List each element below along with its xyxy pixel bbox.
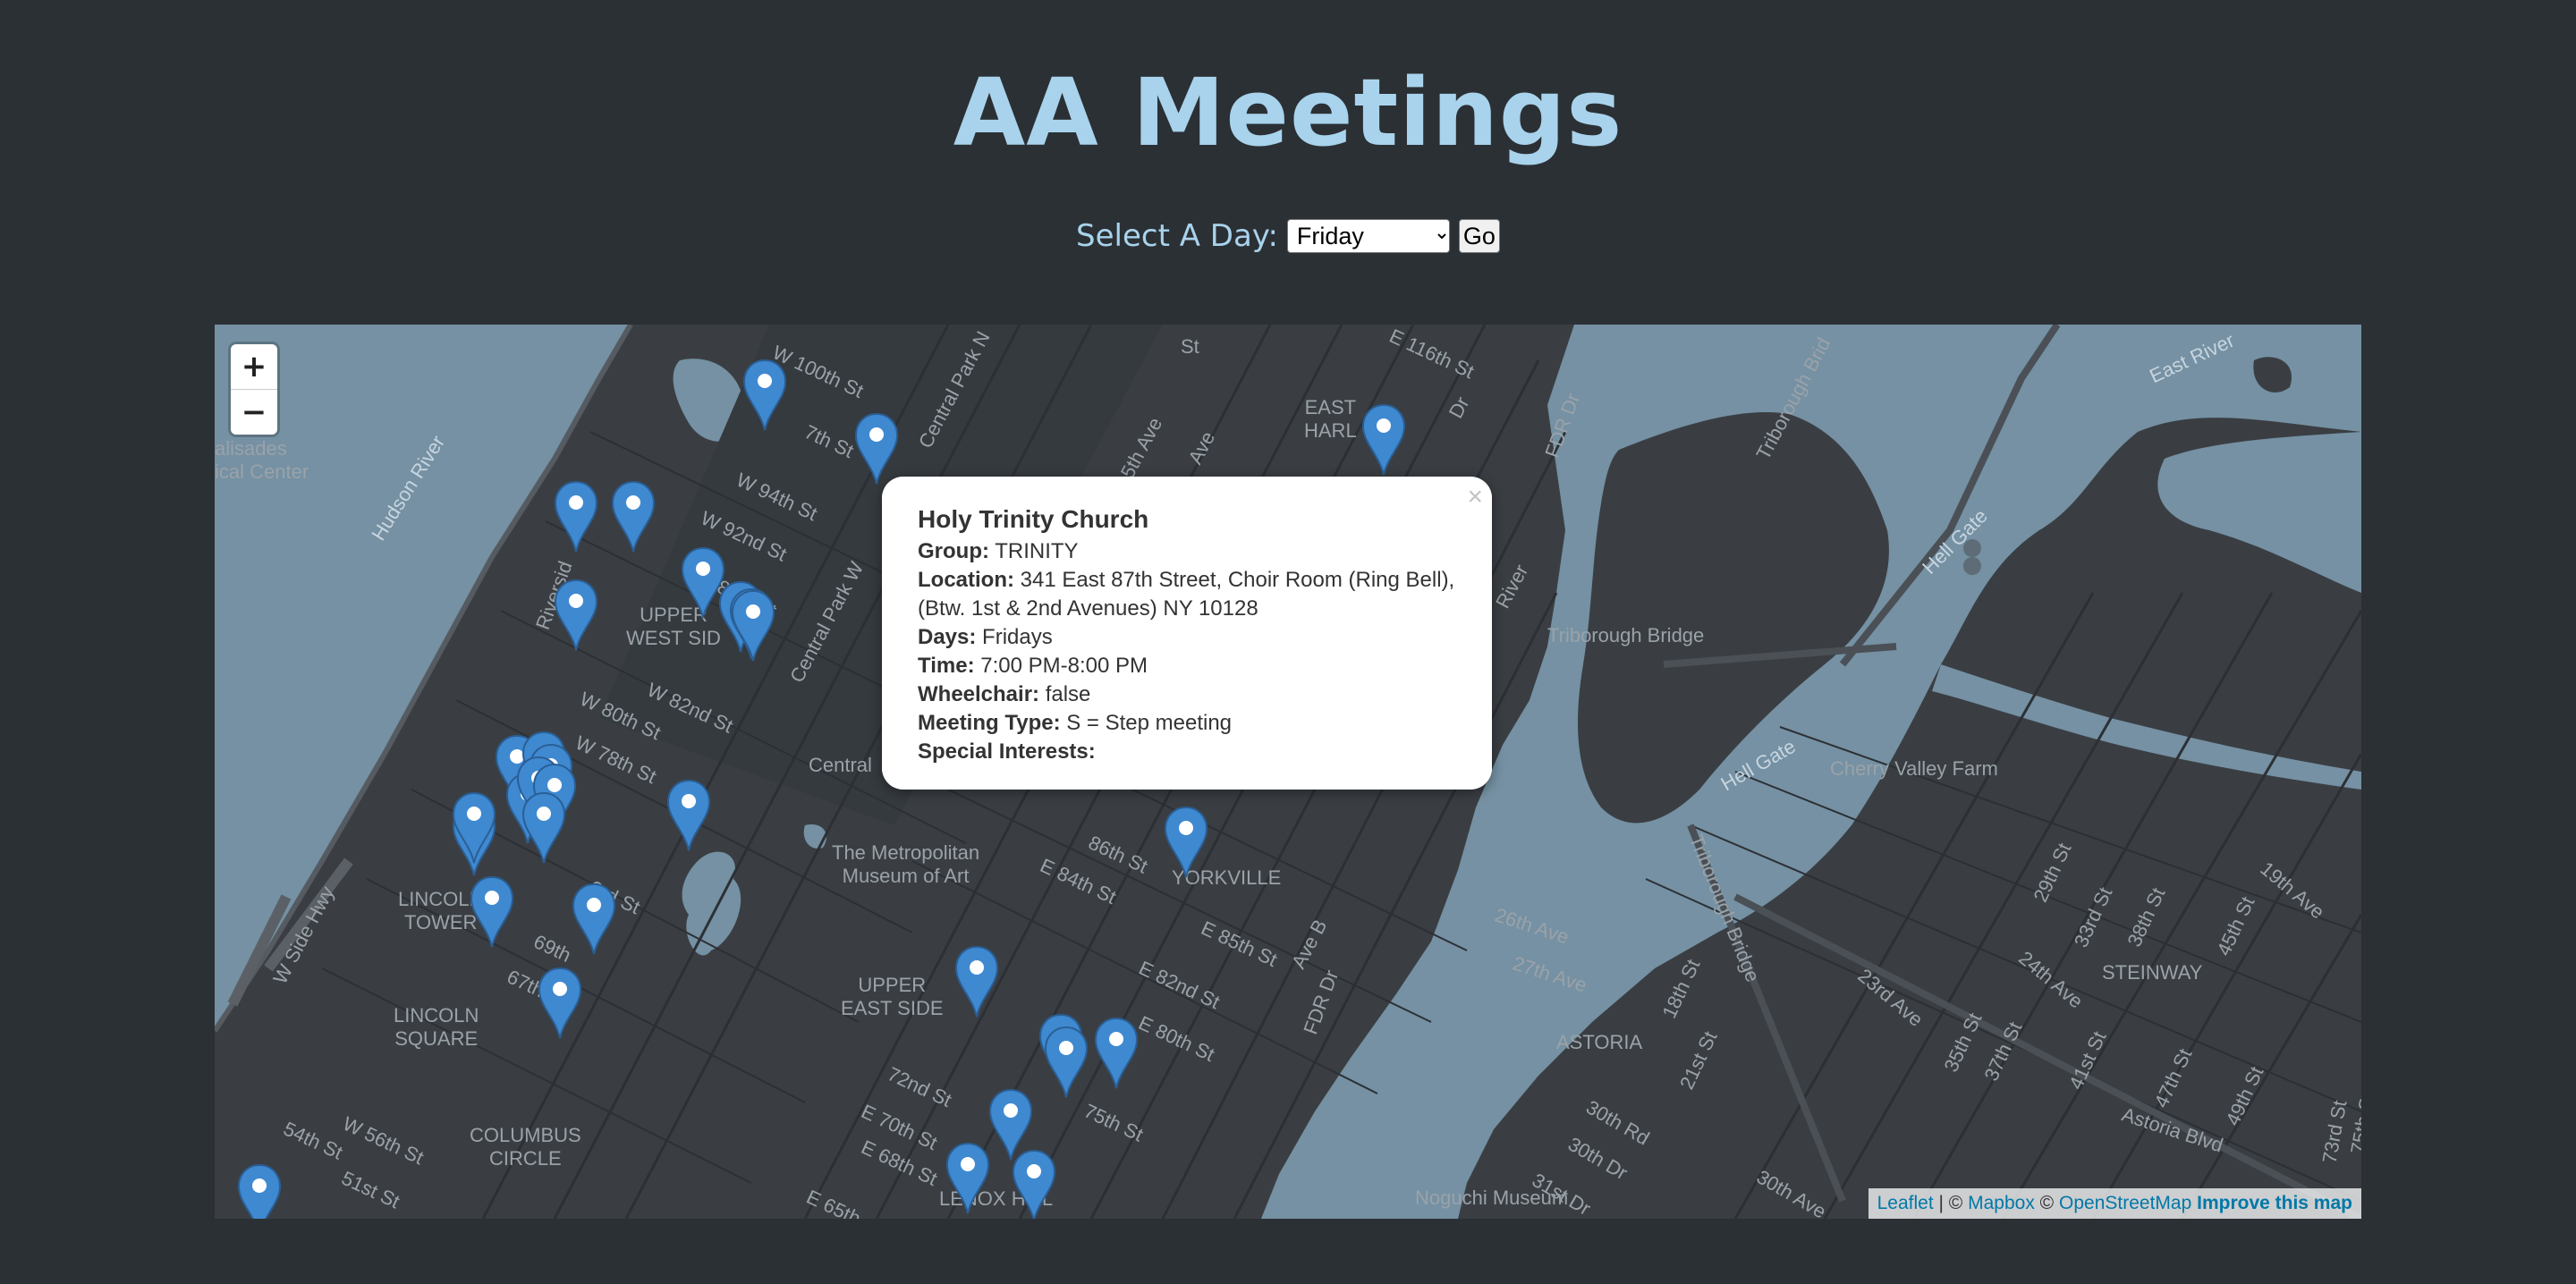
meeting-popup: × Holy Trinity Church Group: TRINITY Loc… [882,477,1492,815]
meeting-marker[interactable] [572,883,616,956]
popup-group-row: Group: TRINITY [918,537,1456,566]
meeting-marker[interactable] [538,967,582,1040]
label-steinway: STEINWAY [2102,961,2203,984]
meeting-marker[interactable] [521,791,566,865]
zoom-out-button[interactable]: − [231,389,277,435]
label-triborough-bridge: Triborough Bridge [1547,624,1705,646]
meeting-marker[interactable] [854,412,899,486]
label-palisades: alisades ical Center [215,437,309,483]
meeting-marker[interactable] [742,359,787,432]
popup-title: Holy Trinity Church [918,505,1149,533]
meeting-marker[interactable] [1044,1026,1089,1099]
popup-meeting-type-row: Meeting Type: S = Step meeting [918,709,1456,738]
zoom-control: + − [231,344,277,435]
meeting-marker[interactable] [237,1163,282,1219]
meeting-marker[interactable] [1012,1149,1056,1219]
day-select-label: Select A Day: [1076,218,1278,254]
attribution-sep-1: | © [1933,1193,1969,1213]
label-central: Central [809,754,872,776]
special-interests-label: Special Interests: [918,739,1096,764]
popup-close-button[interactable]: × [1467,482,1483,512]
attribution-sep-2: © [2034,1193,2059,1213]
label-st-top: St [1181,335,1199,358]
meeting-marker[interactable] [1361,403,1406,477]
meeting-marker[interactable] [666,779,711,852]
label-met-museum: The Metropolitan Museum of Art [832,841,980,887]
meeting-marker[interactable] [452,791,496,865]
time-value: 7:00 PM-8:00 PM [980,654,1148,678]
meeting-type-value: S = Step meeting [1066,711,1233,735]
meeting-marker[interactable] [554,579,598,652]
label-cherry-valley-farm: Cherry Valley Farm [1830,757,1998,780]
page-title: AA Meetings [953,58,1623,167]
openstreetmap-link[interactable]: OpenStreetMap [2059,1193,2191,1213]
wheelchair-value: false [1045,682,1091,706]
days-label: Days: [918,625,977,649]
time-label: Time: [918,654,975,678]
group-label: Group: [918,539,989,563]
go-button[interactable]: Go [1458,219,1500,253]
zoom-in-button[interactable]: + [231,344,277,389]
meeting-marker[interactable] [554,480,598,553]
label-columbus-circle: COLUMBUS CIRCLE [470,1124,581,1170]
meeting-marker[interactable] [945,1142,990,1215]
leaflet-link[interactable]: Leaflet [1877,1193,1934,1213]
meeting-marker[interactable] [954,945,999,1018]
meeting-marker[interactable] [611,480,656,553]
label-east-harlem: EAST HARL [1304,396,1357,442]
improve-map-link[interactable]: Improve this map [2197,1193,2352,1213]
label-upper-east-side: UPPER EAST SIDE [841,974,944,1019]
meeting-type-label: Meeting Type: [918,711,1061,735]
mapbox-link[interactable]: Mapbox [1968,1193,2035,1213]
group-value: TRINITY [995,539,1079,563]
day-selector-bar: Select A Day: Friday Go [0,218,2576,254]
popup-location-row: Location: 341 East 87th Street, Choir Ro… [918,566,1456,623]
popup-days-row: Days: Fridays [918,623,1456,652]
map-attribution: Leaflet | © Mapbox © OpenStreetMap Impro… [1868,1188,2361,1219]
popup-special-interests-row: Special Interests: [918,738,1456,766]
days-value: Fridays [982,625,1053,649]
popup-wheelchair-row: Wheelchair: false [918,680,1456,709]
label-astoria: ASTORIA [1556,1031,1643,1053]
popup-time-row: Time: 7:00 PM-8:00 PM [918,652,1456,680]
wheelchair-label: Wheelchair: [918,682,1040,706]
meeting-marker[interactable] [731,589,775,663]
meeting-marker[interactable] [1164,806,1208,879]
meeting-marker[interactable] [1094,1017,1139,1090]
label-lincoln-square: LINCOLN SQUARE [394,1004,479,1050]
location-label: Location: [918,568,1014,592]
meeting-marker[interactable] [470,875,514,949]
meetings-map[interactable]: Hudson River East River Hell Gate Hell G… [215,325,2361,1219]
day-select[interactable]: Friday [1286,219,1450,253]
